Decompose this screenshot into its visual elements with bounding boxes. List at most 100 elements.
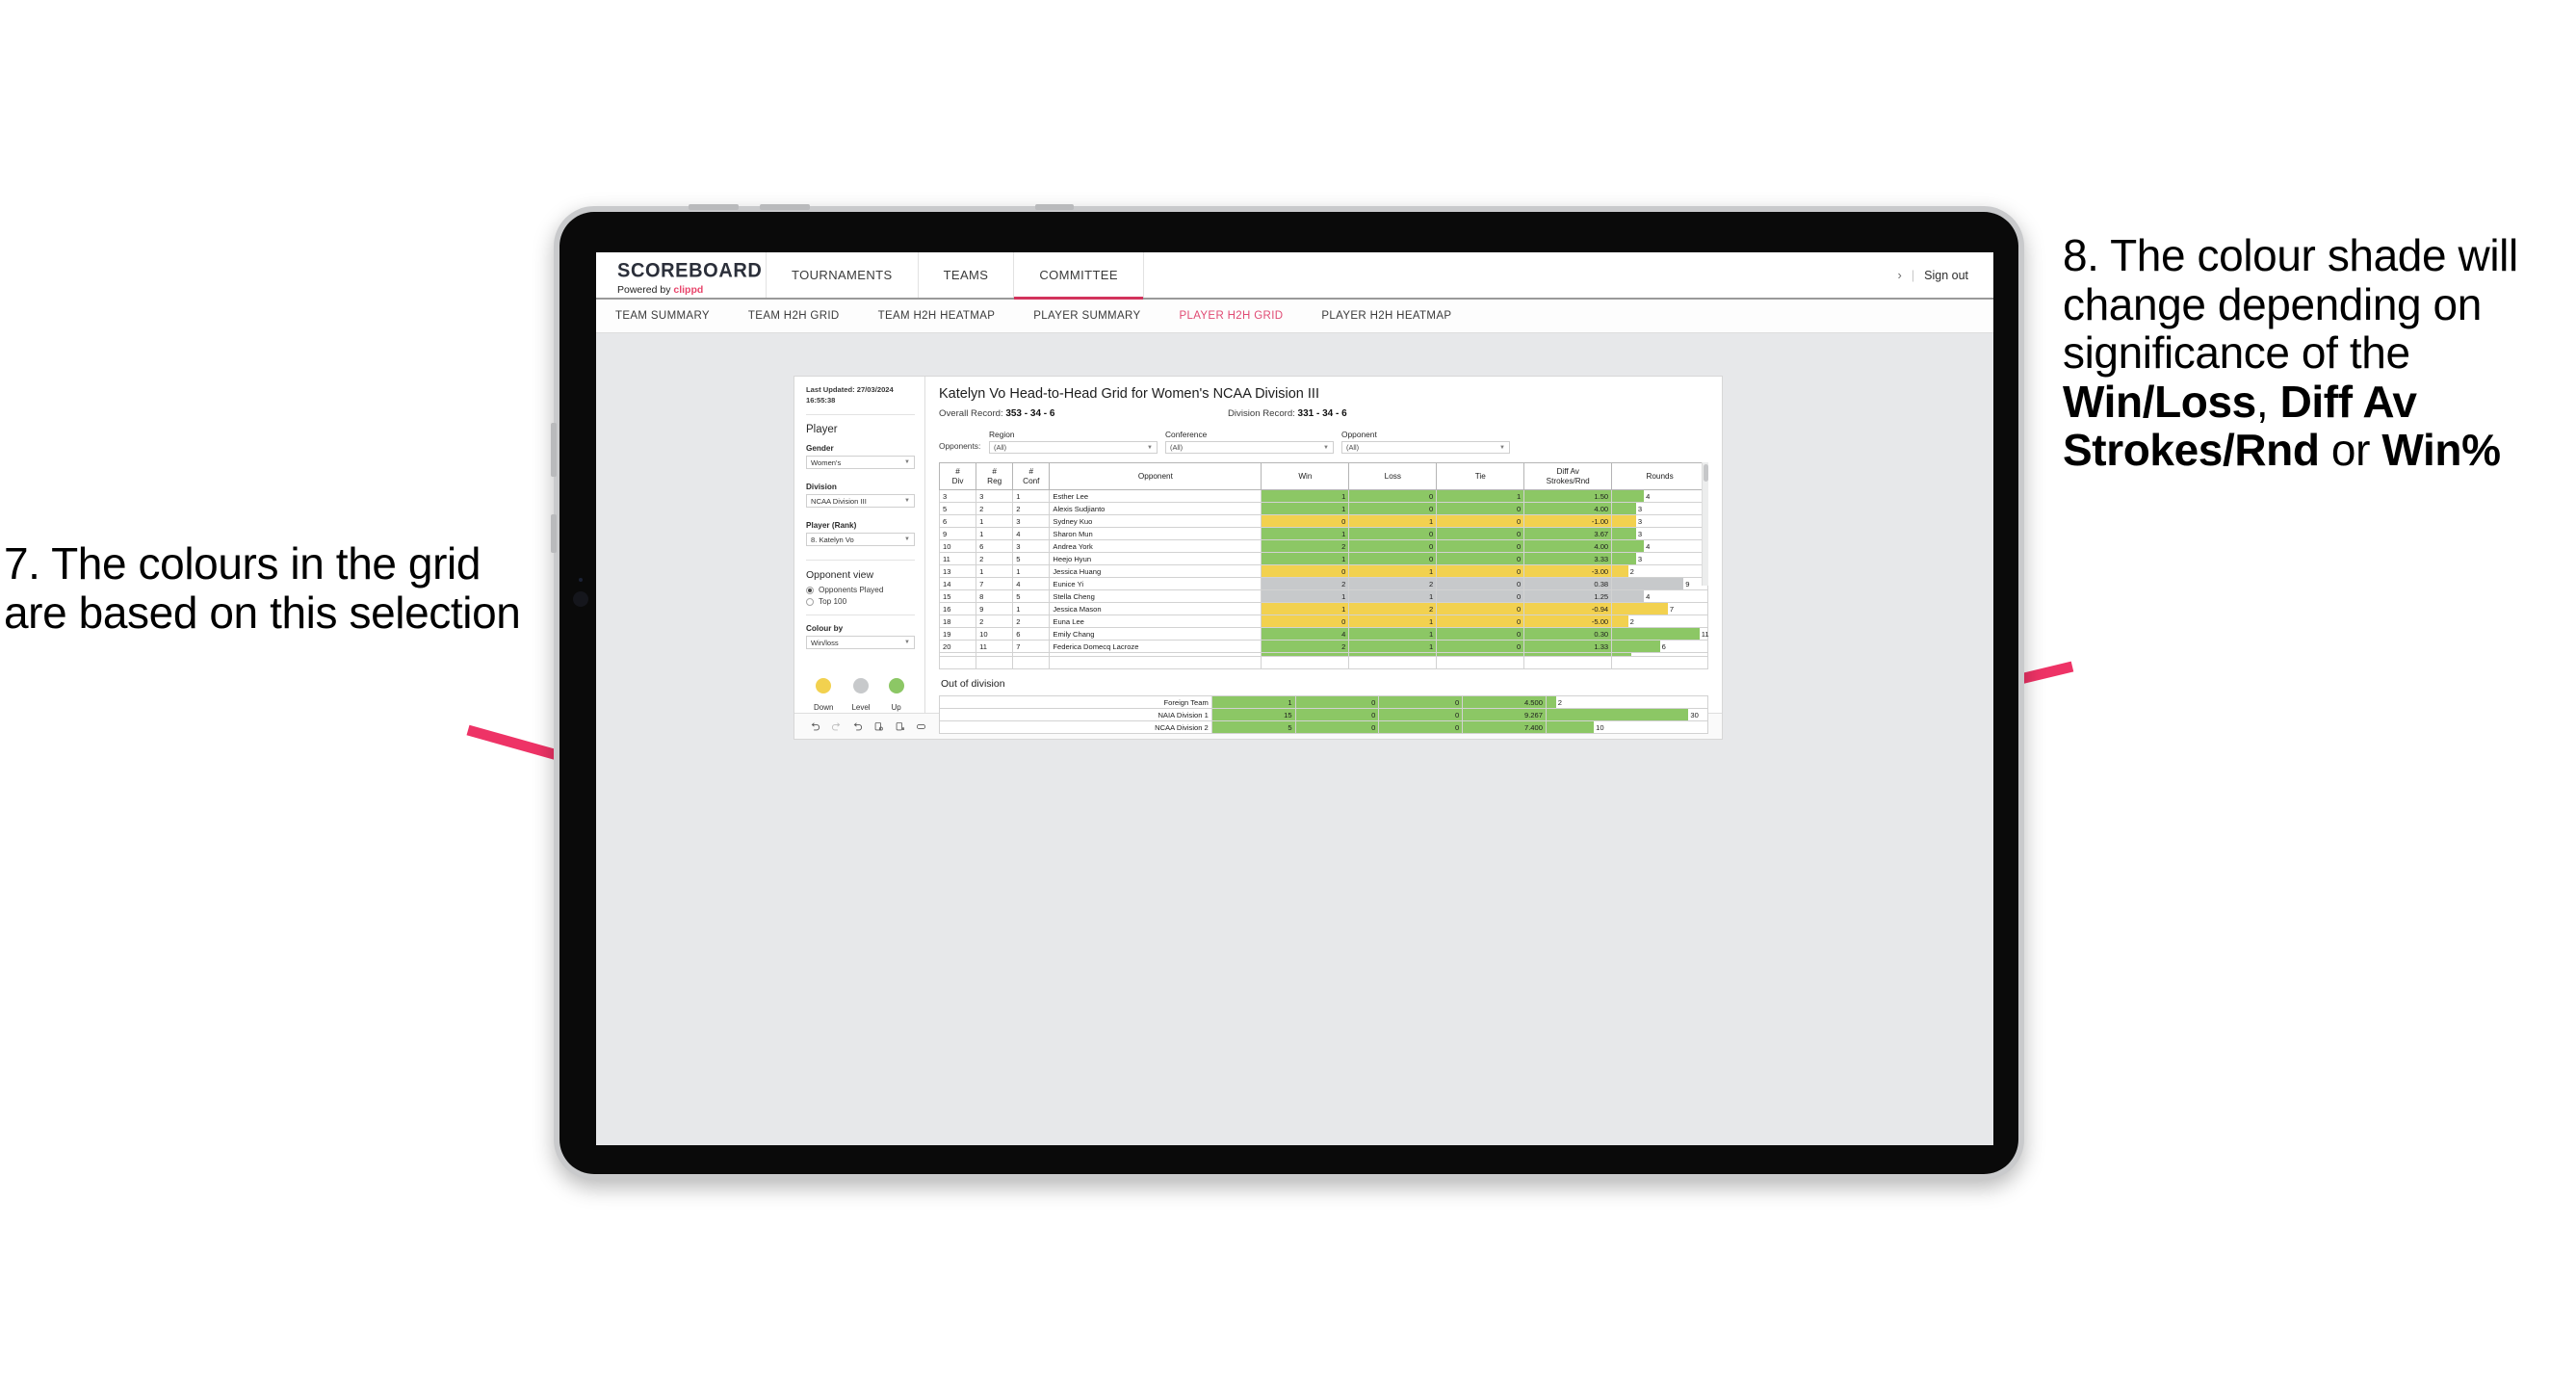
chevron-down-icon[interactable]: ▼ <box>904 536 910 542</box>
chevron-down-icon[interactable]: ▼ <box>1499 445 1505 451</box>
rounds-bar <box>1612 615 1628 627</box>
table-row[interactable]: 6 1 3 Sydney Kuo 0 1 0 -1.00 3 <box>938 514 1708 528</box>
cell-loss: 0 <box>1348 539 1438 553</box>
nav-committee[interactable]: COMMITTEE <box>1014 252 1144 300</box>
grid-scrollbar[interactable] <box>1702 462 1708 586</box>
records-row: Overall Record: 353 - 34 - 6 Division Re… <box>939 408 1708 419</box>
redo-icon[interactable] <box>825 716 846 737</box>
rounds-value: 4 <box>1646 591 1651 601</box>
table-row[interactable]: 19 10 6 Emily Chang 4 1 0 0.30 11 <box>938 627 1709 641</box>
filter-conference-value: (All) <box>1170 443 1184 452</box>
cell-div: 18 <box>938 615 977 628</box>
radio-opponents-played[interactable]: Opponents Played <box>806 586 915 594</box>
signout-area[interactable]: › | Sign out <box>1898 252 1993 298</box>
cell-win: 2 <box>1261 640 1350 653</box>
cell-tie: 0 <box>1436 615 1525 628</box>
legend-up-label: Up <box>891 703 901 712</box>
filter-opponent-select[interactable]: (All) ▼ <box>1341 441 1510 454</box>
refresh-data-icon[interactable] <box>868 716 889 737</box>
table-row[interactable]: 5 2 2 Alexis Sudjianto 1 0 0 4.00 3 <box>938 502 1708 515</box>
division-select[interactable]: NCAA Division III ▼ <box>806 494 915 508</box>
cell-opponent: Esther Lee <box>1049 489 1262 503</box>
side-button[interactable] <box>551 514 557 553</box>
subnav-player-summary[interactable]: PLAYER SUMMARY <box>1033 310 1140 322</box>
cell-tie: 0 <box>1436 527 1525 540</box>
gender-label: Gender <box>806 444 834 453</box>
pause-updates-icon[interactable] <box>889 716 910 737</box>
brand-logo[interactable]: SCOREBOARD Powered by clippd <box>596 252 767 298</box>
undo-icon[interactable] <box>804 716 825 737</box>
table-row[interactable]: 10 6 3 Andrea York 2 0 0 4.00 4 <box>938 539 1708 553</box>
top-button[interactable] <box>1035 204 1074 210</box>
rounds-bar <box>1612 565 1628 577</box>
chevron-down-icon[interactable]: ▼ <box>1323 445 1329 451</box>
subnav-player-h2h-grid[interactable]: PLAYER H2H GRID <box>1179 310 1283 322</box>
player-rank-select[interactable]: 8. Katelyn Vo ▼ <box>806 533 915 546</box>
filter-region-label: Region <box>989 430 1015 439</box>
table-row[interactable]: 13 1 1 Jessica Huang 0 1 0 -3.00 2 <box>938 564 1708 578</box>
table-row[interactable]: 3 3 1 Esther Lee 1 0 1 1.50 4 <box>938 489 1708 503</box>
table-row[interactable]: 18 2 2 Euna Lee 0 1 0 -5.00 2 <box>938 615 1708 628</box>
viz-title: Katelyn Vo Head-to-Head Grid for Women's… <box>939 386 1319 402</box>
cell-tie: 1 <box>1436 489 1525 503</box>
out-of-division-row[interactable]: NCAA Division 2 5 0 0 7.400 10 <box>939 720 1709 734</box>
ood-rounds-bar <box>1546 721 1595 733</box>
out-of-division-row[interactable]: Foreign Team 1 0 0 4.500 2 <box>939 695 1709 709</box>
cell-reg: 2 <box>976 552 1014 565</box>
table-row[interactable]: 11 2 5 Heejo Hyun 1 0 0 3.33 3 <box>938 552 1708 565</box>
tablet-device-frame: SCOREBOARD Powered by clippd TOURNAMENTS… <box>551 204 2024 1180</box>
table-row[interactable]: 14 7 4 Eunice Yi 2 2 0 0.38 9 <box>938 577 1708 590</box>
volume-up-button[interactable] <box>689 204 739 210</box>
gender-select[interactable]: Women's ▼ <box>806 456 915 469</box>
nav-teams[interactable]: TEAMS <box>919 252 1015 298</box>
annotation-right-bold-winpct: Win% <box>2381 425 2501 476</box>
subnav-team-summary[interactable]: TEAM SUMMARY <box>615 310 710 322</box>
table-row[interactable]: 16 9 1 Jessica Mason 1 2 0 -0.94 7 <box>938 602 1708 615</box>
filter-region-select[interactable]: (All) ▼ <box>989 441 1158 454</box>
revert-icon[interactable] <box>846 716 868 737</box>
cell-win: 2 <box>1261 539 1350 553</box>
radio-icon-selected[interactable] <box>806 586 814 594</box>
table-row[interactable]: 9 1 4 Sharon Mun 1 0 0 3.67 3 <box>938 527 1708 540</box>
grid-scrollbar-thumb[interactable] <box>1704 464 1708 482</box>
colour-by-select[interactable]: Win/loss ▼ <box>806 636 915 649</box>
chevron-down-icon[interactable]: ▼ <box>1147 445 1153 451</box>
rounds-bar <box>1612 578 1684 589</box>
col-div-line2: Div <box>951 476 964 485</box>
nav-committee-label: COMMITTEE <box>1039 268 1118 282</box>
rounds-bar <box>1612 503 1636 514</box>
rounds-value: 3 <box>1637 504 1643 513</box>
radio-icon[interactable] <box>806 597 814 606</box>
subnav-player-h2h-heatmap[interactable]: PLAYER H2H HEATMAP <box>1321 310 1451 322</box>
chevron-down-icon[interactable]: ▼ <box>904 459 910 465</box>
ood-cell-win: 15 <box>1210 708 1296 721</box>
volume-down-button[interactable] <box>760 204 810 210</box>
cell-empty <box>938 656 977 669</box>
filter-conference-select[interactable]: (All) ▼ <box>1165 441 1334 454</box>
colour-legend: Down Level Up <box>806 663 915 712</box>
chevron-down-icon[interactable]: ▼ <box>904 498 910 504</box>
cell-div: 5 <box>938 502 977 515</box>
table-row[interactable]: 15 8 5 Stella Cheng 1 1 0 1.25 4 <box>938 589 1708 603</box>
radio-top-100[interactable]: Top 100 <box>806 597 915 606</box>
nav-tournaments[interactable]: TOURNAMENTS <box>767 252 919 298</box>
chevron-down-icon[interactable]: ▼ <box>904 640 910 645</box>
cell-conf: 3 <box>1012 514 1051 528</box>
cell-empty <box>1348 656 1438 669</box>
chevron-right-icon[interactable]: › <box>1898 268 1902 282</box>
brand-tagline: Powered by clippd <box>617 284 766 296</box>
cell-opponent: Eunice Yi <box>1049 577 1262 590</box>
table-row[interactable]: 20 11 7 Federica Domecq Lacroze 2 1 0 1.33 6 <box>938 640 1708 653</box>
out-of-division-row[interactable]: NAIA Division 1 15 0 0 9.267 30 <box>939 708 1709 721</box>
viz-card: Last Updated: 27/03/2024 16:55:38 Player… <box>794 376 1723 740</box>
cell-conf: 5 <box>1012 552 1051 565</box>
signout-label[interactable]: Sign out <box>1924 269 1968 282</box>
cell-empty <box>1012 656 1051 669</box>
division-record-label: Division Record: <box>1228 408 1298 419</box>
subnav-team-h2h-grid[interactable]: TEAM H2H GRID <box>748 310 840 322</box>
cell-win: 0 <box>1261 514 1350 528</box>
power-button[interactable] <box>551 423 557 477</box>
subnav-team-h2h-heatmap[interactable]: TEAM H2H HEATMAP <box>878 310 996 322</box>
shape-icon[interactable] <box>910 716 931 737</box>
ood-cell-name: NCAA Division 2 <box>939 720 1212 734</box>
